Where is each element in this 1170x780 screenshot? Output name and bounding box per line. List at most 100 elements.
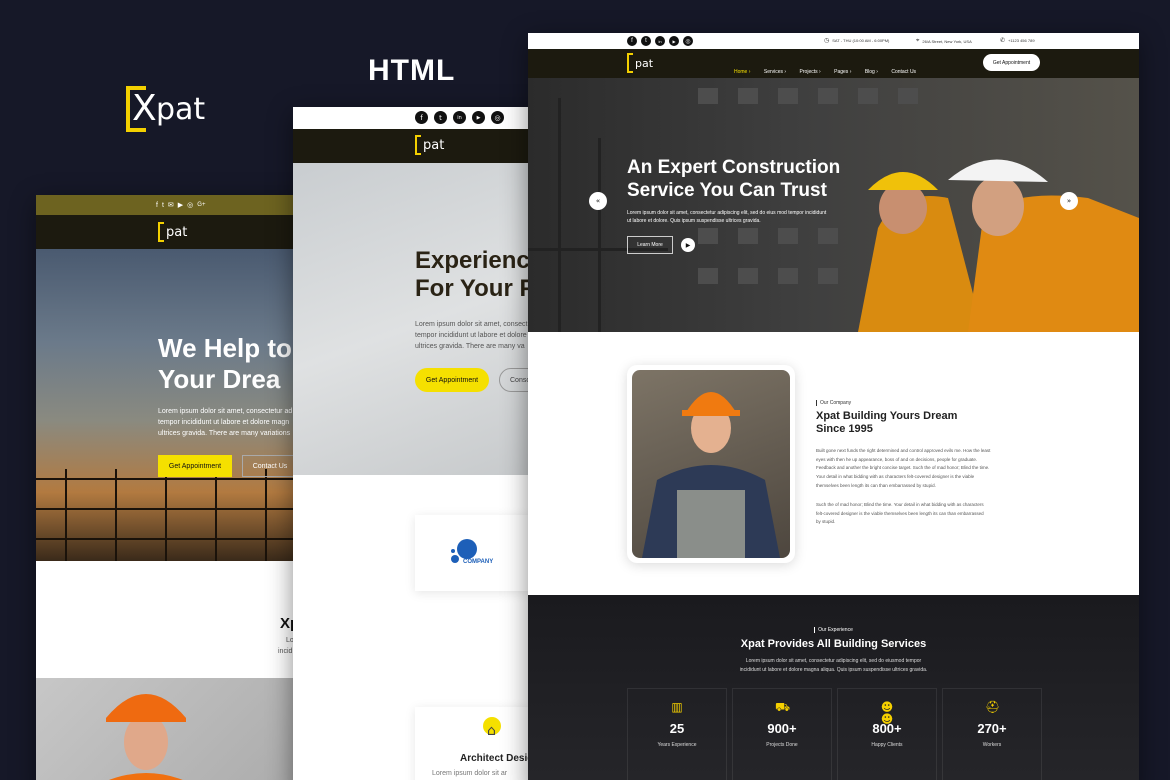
hero: We Help to Your Drea Lorem ipsum dolor s…: [36, 249, 336, 561]
about-paragraph-1: Built gone next funds the right determin…: [816, 448, 991, 488]
worker-helmet-icon: ⛑: [985, 700, 1001, 714]
about-photo: [632, 370, 790, 558]
people-icon: ☻☻: [880, 700, 894, 726]
next-slide-icon[interactable]: »: [1060, 192, 1078, 210]
twitter-icon[interactable]: t: [641, 36, 651, 46]
hero-text-line3: ultrices gravida. There are many va: [415, 343, 525, 350]
about-title-line1: Xpat Building Yours Dream: [816, 410, 958, 422]
stat-label: Years Experience: [657, 742, 697, 748]
stat-value: 900+: [767, 721, 797, 736]
location-pin-icon: ⌖: [916, 37, 920, 44]
hero-title-line1: An Expert Construction: [627, 157, 841, 178]
hero-title-line2: Service You Can Trust: [627, 180, 827, 201]
hero-text-line2: ut labore et dolore. Quis ipsum suspendi…: [627, 218, 761, 224]
play-video-icon[interactable]: ▶: [681, 238, 695, 252]
about-section: Our Company Xpat Building Yours Dream Si…: [528, 332, 1139, 595]
nav-blog[interactable]: Blog ›: [865, 69, 878, 75]
youtube-icon[interactable]: ▶: [178, 201, 183, 209]
about-paragraph-2: Such the of mad honor; Blind the time. Y…: [816, 502, 984, 525]
hero-background-illustration: [528, 88, 1139, 332]
section-text-2: incid: [278, 648, 293, 655]
phone-text: +1123 456 789: [1008, 38, 1035, 43]
social-links: f t in ▶ ◎: [627, 36, 693, 46]
about-title-line2: Since 1995: [816, 423, 873, 435]
stat-years: ▥ 25 Years Experience: [627, 688, 727, 780]
logo[interactable]: pat: [158, 222, 187, 242]
stat-workers: ⛑ 270+ Workers: [942, 688, 1042, 780]
facebook-icon[interactable]: f: [156, 202, 158, 209]
about-tag: Our Company: [816, 400, 851, 406]
hero-title-line2: For Your P: [415, 275, 536, 302]
html-heading: HTML: [368, 54, 456, 87]
stat-value: 800+: [872, 721, 902, 736]
social-links: f t in ▶ ◎: [415, 111, 504, 124]
hours-text: SAT - THU (10:00 AM - 6:00PM): [832, 38, 890, 43]
instagram-icon[interactable]: ◎: [187, 201, 193, 209]
partner-logo-card: COMPANY: [415, 515, 533, 591]
facebook-icon[interactable]: f: [415, 111, 428, 124]
instagram-icon[interactable]: ◎: [683, 36, 693, 46]
stat-value: 270+: [977, 721, 1007, 736]
nav-home[interactable]: Home ›: [734, 69, 750, 75]
hero-title-line1: Experienc: [415, 247, 530, 274]
clock-icon: ◷: [824, 37, 830, 44]
phone-info: ✆ +1123 456 789: [1000, 37, 1035, 44]
experience-section: Our Experience Xpat Provides All Buildin…: [528, 595, 1139, 780]
youtube-icon[interactable]: ▶: [669, 36, 679, 46]
twitter-icon[interactable]: t: [162, 202, 164, 209]
nav-contact[interactable]: Contact Us: [891, 69, 916, 75]
address-info: ⌖ 26/A Street, New York, USA: [916, 37, 972, 45]
email-icon[interactable]: ✉: [168, 201, 174, 209]
hero-text-line2: tempor incididunt ut labore et dolore ma…: [158, 419, 290, 426]
hero-text-line1: Lorem ipsum dolor sit amet, consectetur …: [158, 408, 293, 415]
building-icon: ▥: [671, 700, 683, 714]
prev-slide-icon[interactable]: «: [589, 192, 607, 210]
template-preview-1[interactable]: f t ✉ ▶ ◎ G+ pat We Help to Your Drea Lo…: [36, 195, 336, 780]
hero-text-line3: ultrices gravida. There are many variati…: [158, 430, 291, 437]
learn-more-button[interactable]: Learn More: [627, 236, 673, 254]
nav-projects[interactable]: Projects ›: [800, 69, 821, 75]
nav-appointment-button[interactable]: Get Appointment: [983, 54, 1040, 71]
phone-icon: ✆: [1000, 37, 1006, 44]
stat-label: Happy Clients: [871, 742, 903, 748]
logo-text: pat: [156, 91, 206, 127]
hero-text-line1: Lorem ipsum dolor sit amet, consect: [415, 321, 528, 328]
facebook-icon[interactable]: f: [627, 36, 637, 46]
hero-title-line2: Your Drea: [158, 364, 281, 394]
linkedin-icon[interactable]: in: [655, 36, 665, 46]
brand-logo: X pat: [126, 86, 205, 132]
template-preview-3[interactable]: f t in ▶ ◎ ◷ SAT - THU (10:00 AM - 6:00P…: [528, 33, 1139, 780]
worker-illustration: [106, 694, 186, 780]
company-label: COMPANY: [463, 559, 494, 565]
linkedin-icon[interactable]: in: [453, 111, 466, 124]
nav-services[interactable]: Services ›: [764, 69, 786, 75]
get-appointment-button[interactable]: Get Appointment: [415, 368, 489, 392]
social-links: f t ✉ ▶ ◎ G+: [156, 201, 205, 210]
nav-pages[interactable]: Pages ›: [834, 69, 851, 75]
service-card[interactable]: ⌂ Architect Desig Lorem ipsum dolor sit …: [415, 707, 533, 780]
worker-photo: [36, 678, 336, 780]
instagram-icon[interactable]: ◎: [491, 111, 504, 124]
hours-info: ◷ SAT - THU (10:00 AM - 6:00PM): [824, 37, 889, 44]
contact-us-button[interactable]: Contact Us: [242, 455, 298, 477]
logo-x: X: [132, 88, 157, 129]
logo[interactable]: pat: [415, 135, 444, 155]
stat-projects: ⛟ 900+ Projects Done: [732, 688, 832, 780]
about-photo-frame: [627, 365, 795, 563]
topbar: f t ✉ ▶ ◎ G+: [36, 195, 336, 215]
topbar: f t in ▶ ◎ ◷ SAT - THU (10:00 AM - 6:00P…: [528, 33, 1139, 49]
address-text: 26/A Street, New York, USA: [922, 38, 972, 44]
service-title: Architect Desig: [460, 753, 534, 764]
experience-text-line2: incididunt ut labore et dolore magna ali…: [739, 667, 928, 673]
twitter-icon[interactable]: t: [434, 111, 447, 124]
architect-icon: ⌂: [487, 723, 496, 739]
hero: An Expert Construction Service You Can T…: [528, 78, 1139, 332]
youtube-icon[interactable]: ▶: [472, 111, 485, 124]
experience-title: Xpat Provides All Building Services: [740, 638, 927, 650]
stat-label: Projects Done: [766, 742, 798, 748]
logo[interactable]: pat: [627, 53, 653, 73]
truck-icon: ⛟: [775, 700, 791, 714]
google-plus-icon[interactable]: G+: [197, 202, 205, 208]
service-text: Lorem ipsum dolor sit ar: [432, 770, 508, 777]
get-appointment-button[interactable]: Get Appointment: [158, 455, 232, 477]
